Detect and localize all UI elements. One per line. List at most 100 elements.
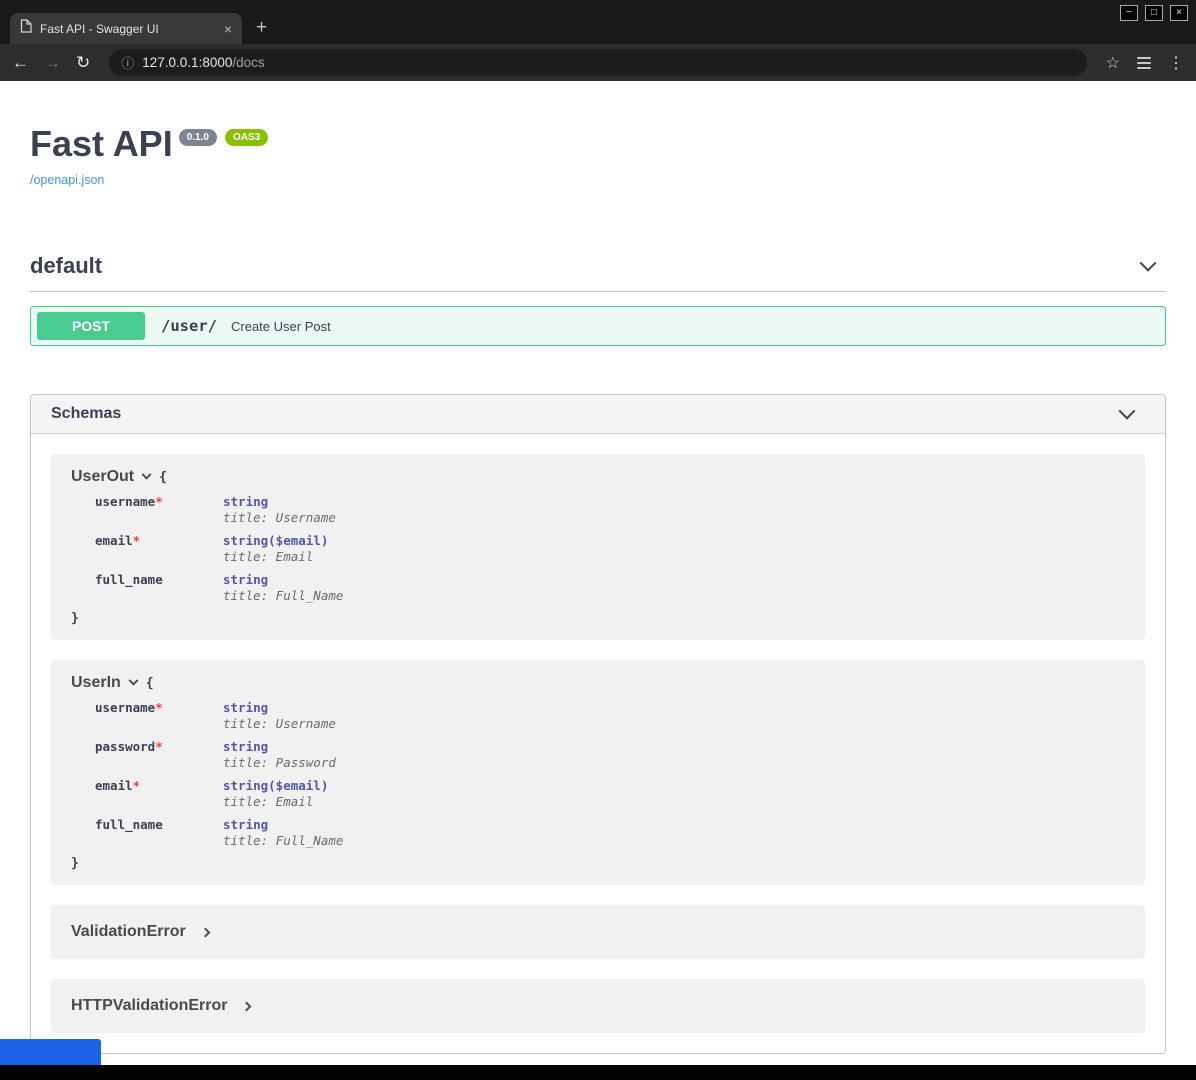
property-row: email* string($email) title: Email — [71, 533, 1125, 564]
property-type: string — [223, 494, 336, 509]
operation-path: /user/ — [161, 317, 217, 335]
tab-close-icon[interactable]: × — [224, 22, 232, 36]
model-userin-toggle[interactable]: UserIn { — [71, 674, 1125, 692]
required-star: * — [155, 739, 163, 754]
property-row: password* string title: Password — [71, 739, 1125, 770]
property-detail: string($email) title: Email — [223, 778, 328, 809]
url-path: /docs — [232, 55, 264, 70]
property-detail: string($email) title: Email — [223, 533, 328, 564]
property-name: email* — [71, 533, 223, 564]
tag-title: default — [30, 253, 102, 279]
property-name: username* — [71, 494, 223, 525]
chevron-down-icon — [128, 675, 138, 685]
api-title-row: Fast API 0.1.0 OAS3 — [30, 123, 1166, 165]
property-row: email* string($email) title: Email — [71, 778, 1125, 809]
model-title: ValidationError — [71, 923, 186, 941]
schemas-body: UserOut { username* string title: Userna… — [31, 434, 1165, 1053]
refresh-icon[interactable]: ↻ — [76, 54, 90, 71]
api-info: Fast API 0.1.0 OAS3 /openapi.json — [30, 123, 1166, 189]
browser-apps-list-icon[interactable] — [1135, 55, 1153, 71]
model-userin: UserIn { username* string title: Usernam… — [51, 660, 1145, 885]
url-text[interactable]: 127.0.0.1:8000/docs — [142, 54, 264, 72]
property-title: title: Email — [223, 549, 328, 564]
property-name: username* — [71, 700, 223, 731]
property-name-text: username — [95, 494, 155, 509]
model-title: UserIn — [71, 674, 121, 692]
property-name-text: full_name — [95, 572, 163, 587]
browser-menu-icon[interactable]: ⋮ — [1168, 53, 1184, 73]
required-star: * — [133, 778, 141, 793]
open-brace: { — [146, 676, 154, 691]
model-title: UserOut — [71, 468, 134, 486]
model-userout: UserOut { username* string title: Userna… — [51, 454, 1145, 640]
address-bar[interactable]: ⓘ 127.0.0.1:8000/docs — [109, 49, 1086, 76]
status-bubble — [0, 1039, 101, 1065]
property-title: title: Password — [223, 755, 336, 770]
opblock-post-user[interactable]: POST /user/ Create User Post — [30, 306, 1166, 346]
property-type: string — [223, 572, 343, 587]
tab-title: Fast API - Swagger UI — [40, 22, 216, 36]
close-button[interactable]: × — [1170, 5, 1188, 21]
browser-toolbar: ← → ↻ ⓘ 127.0.0.1:8000/docs ☆ ⋮ — [0, 44, 1196, 81]
window-bottom-border — [0, 1065, 1196, 1080]
property-detail: string title: Full_Name — [223, 817, 343, 848]
property-detail: string title: Username — [223, 700, 336, 731]
required-star: * — [155, 700, 163, 715]
site-info-icon[interactable]: ⓘ — [121, 53, 134, 72]
bookmark-star-icon[interactable]: ☆ — [1106, 53, 1120, 73]
property-type: string — [223, 739, 336, 754]
model-validationerror-toggle[interactable]: ValidationError — [71, 923, 1125, 941]
schemas-section: Schemas UserOut { username* string title… — [30, 394, 1166, 1054]
url-host: 127.0.0.1:8000 — [142, 55, 232, 70]
property-type: string($email) — [223, 778, 328, 793]
property-name-text: email — [95, 778, 133, 793]
forward-icon[interactable]: → — [44, 54, 61, 71]
chevron-down-icon — [142, 469, 152, 479]
browser-titlebar: Fast API - Swagger UI × + − □ × — [0, 0, 1196, 44]
model-properties: username* string title: Username passwor… — [71, 700, 1125, 848]
property-title: title: Full_Name — [223, 588, 343, 603]
minimize-button[interactable]: − — [1120, 5, 1138, 21]
property-name: password* — [71, 739, 223, 770]
property-type: string — [223, 700, 336, 715]
property-row: username* string title: Username — [71, 700, 1125, 731]
property-detail: string title: Full_Name — [223, 572, 343, 603]
model-title: HTTPValidationError — [71, 997, 227, 1015]
back-icon[interactable]: ← — [12, 54, 29, 71]
property-title: title: Username — [223, 510, 336, 525]
property-name-text: full_name — [95, 817, 163, 832]
operation-summary: Create User Post — [231, 319, 331, 334]
window-controls: − □ × — [1120, 5, 1188, 21]
openapi-spec-link[interactable]: /openapi.json — [30, 173, 104, 187]
model-properties: username* string title: Username email* … — [71, 494, 1125, 603]
close-brace: } — [71, 611, 1125, 626]
chevron-down-icon — [1119, 403, 1136, 420]
model-validationerror: ValidationError — [51, 905, 1145, 959]
model-userout-toggle[interactable]: UserOut { — [71, 468, 1125, 486]
model-httpvalidationerror: HTTPValidationError — [51, 979, 1145, 1033]
property-name-text: password — [95, 739, 155, 754]
method-badge: POST — [37, 312, 145, 340]
property-title: title: Email — [223, 794, 328, 809]
schemas-title: Schemas — [51, 405, 121, 423]
property-title: title: Username — [223, 716, 336, 731]
model-httpvalidationerror-toggle[interactable]: HTTPValidationError — [71, 997, 1125, 1015]
maximize-button[interactable]: □ — [1145, 5, 1163, 21]
chevron-down-icon — [1140, 255, 1157, 272]
chevron-right-icon — [200, 927, 210, 937]
property-name: full_name — [71, 817, 223, 848]
schemas-header[interactable]: Schemas — [31, 395, 1165, 434]
chevron-right-icon — [242, 1001, 252, 1011]
property-detail: string title: Username — [223, 494, 336, 525]
property-row: full_name string title: Full_Name — [71, 572, 1125, 603]
required-star: * — [133, 533, 141, 548]
close-brace: } — [71, 856, 1125, 871]
browser-tab[interactable]: Fast API - Swagger UI × — [10, 13, 242, 44]
required-star: * — [155, 494, 163, 509]
new-tab-button[interactable]: + — [256, 18, 267, 37]
property-name-text: username — [95, 700, 155, 715]
open-brace: { — [159, 470, 167, 485]
version-badge: 0.1.0 — [179, 129, 217, 146]
property-type: string — [223, 817, 343, 832]
tag-section-default[interactable]: default — [30, 253, 1166, 292]
